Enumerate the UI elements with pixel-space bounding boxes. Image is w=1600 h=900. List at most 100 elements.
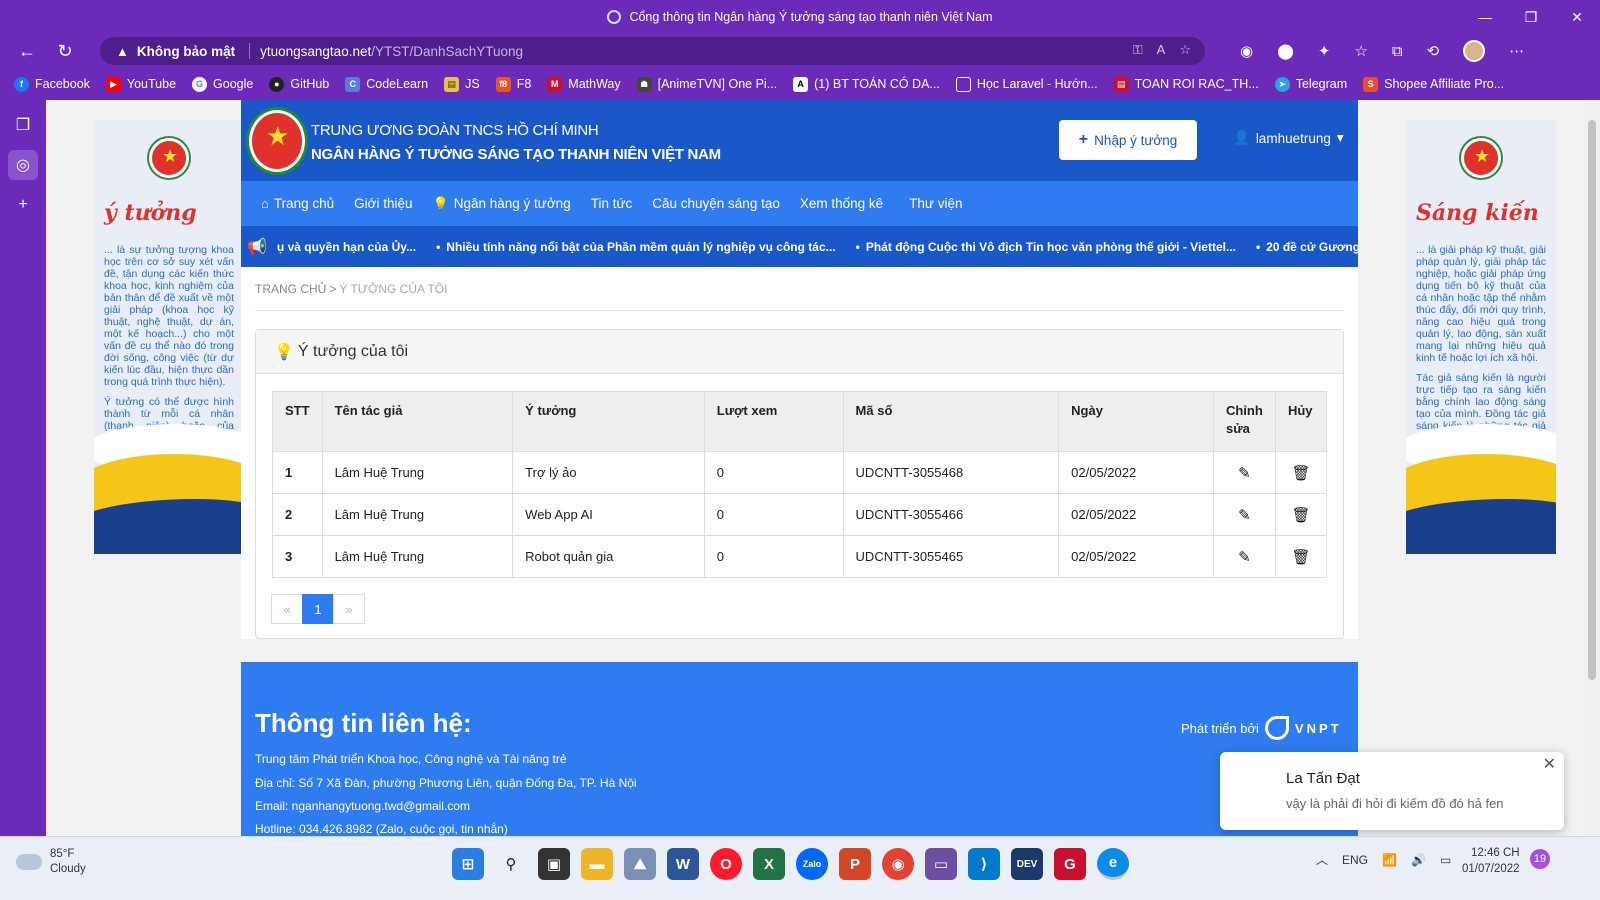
delete-cell: 🗑 (1274, 535, 1328, 578)
security-label[interactable]: Không bảo mật (137, 44, 235, 59)
tab-actions-icon[interactable]: ❐ (8, 110, 38, 140)
bookmark-bt-toan[interactable]: A (1) BT TOÁN CÓ DA... (793, 76, 940, 92)
back-arrow-icon[interactable]: ← (8, 36, 46, 66)
edit-icon[interactable]: ✎ (1238, 507, 1251, 524)
pagination-page[interactable]: 1 (302, 594, 334, 624)
devcpp-icon[interactable]: DEV (1011, 848, 1043, 880)
notification-count-badge[interactable]: 19 (1530, 849, 1550, 869)
more-menu-icon[interactable]: ⋯ (1509, 42, 1524, 60)
wifi-icon[interactable]: 📶 (1382, 853, 1397, 867)
photos-icon[interactable]: ⛰ (624, 848, 656, 880)
language-indicator[interactable]: ENG (1342, 853, 1368, 867)
breadcrumb-home[interactable]: TRANG CHỦ (255, 282, 326, 296)
collections-icon[interactable]: ⧉ (1392, 43, 1403, 60)
nav-home[interactable]: ⌂ Trang chủ (251, 196, 344, 211)
trash-icon[interactable]: 🗑 (1291, 465, 1310, 482)
new-idea-button[interactable]: + Nhập ý tưởng (1059, 120, 1197, 160)
chat-notification[interactable]: La Tấn Đạt vậy là phải đi hỏi đi kiếm đồ… (1220, 752, 1564, 830)
edge-icon[interactable]: e (1097, 848, 1129, 880)
colorful-extension-icon[interactable]: ⬤ (1277, 42, 1294, 60)
vscode-icon[interactable]: ⟩ (968, 848, 1000, 880)
maximize-icon[interactable]: ❐ (1508, 0, 1554, 34)
garena-icon[interactable]: G (1054, 848, 1086, 880)
bookmark-animetvn[interactable]: ☗ [AnimeTVN] One Pi... (636, 76, 777, 92)
minimize-icon[interactable]: — (1462, 0, 1508, 34)
task-view-icon[interactable]: ▣ (538, 848, 570, 880)
left-side-banner[interactable]: ý tưởng ... là sự tưởng tượng khoa học t… (94, 120, 244, 554)
nav-idea-bank[interactable]: 💡 Ngân hàng ý tưởng (423, 196, 581, 212)
close-icon[interactable]: ✕ (1543, 754, 1556, 774)
bookmark-facebook[interactable]: f Facebook (14, 76, 90, 92)
trash-icon[interactable]: 🗑 (1291, 549, 1310, 566)
chevron-up-icon[interactable]: ︿ (1316, 851, 1328, 868)
add-favorite-icon[interactable]: ☆ (1179, 42, 1191, 58)
bookmark-toan-roi-rac[interactable]: ▤ TOAN ROI RAC_TH... (1113, 76, 1259, 92)
bookmark-f8[interactable]: f8 F8 (495, 76, 531, 92)
ticker-item[interactable]: • Phát động Cuộc thi Vô địch Tin học văn … (856, 240, 1236, 254)
extensions-puzzle-icon[interactable]: ✦ (1318, 42, 1331, 60)
file-explorer-icon[interactable]: ▬ (581, 848, 613, 880)
bookmark-codelearn[interactable]: C CodeLearn (345, 76, 428, 92)
scrollbar-thumb[interactable] (1588, 120, 1596, 680)
read-aloud-icon[interactable]: A (1157, 42, 1166, 58)
cell-idea[interactable]: Trợ lý ảo (512, 451, 705, 494)
volume-icon[interactable]: 🔊 (1411, 853, 1426, 867)
weather-widget[interactable]: 85°F Cloudy (16, 847, 86, 877)
right-side-banner[interactable]: Sáng kiến ... là giải pháp kỹ thuật, giả… (1406, 120, 1556, 554)
developer-credit[interactable]: Phát triển bởi VNPT (1181, 716, 1342, 740)
bookmark-youtube[interactable]: ▶ YouTube (105, 76, 176, 92)
profile-avatar[interactable] (1463, 40, 1486, 62)
weather-temp: 85°F (50, 848, 75, 860)
chrome-icon[interactable]: ◉ (882, 848, 914, 880)
opera-icon[interactable]: O (710, 848, 742, 880)
search-icon[interactable]: ⚲ (495, 848, 527, 880)
ticker-item[interactable]: •20 đề cử Gương mặt trẻ Việt Na (1256, 240, 1358, 254)
trash-icon[interactable]: 🗑 (1291, 507, 1310, 524)
bookmark-github[interactable]: ● GitHub (269, 76, 329, 92)
nav-news[interactable]: Tin tức (581, 196, 643, 211)
bookmark-js[interactable]: ▤ JS (444, 76, 480, 92)
word-icon[interactable]: W (667, 848, 699, 880)
user-menu[interactable]: 👤 lamhuetrung ▾ (1233, 130, 1344, 146)
new-tab-icon[interactable]: + (8, 190, 38, 220)
ticker-item[interactable]: • Nhiều tính năng nổi bật của Phần mềm qu… (436, 240, 836, 254)
youth-union-emblem-icon (149, 138, 189, 178)
zalo-icon[interactable]: Zalo (796, 848, 828, 880)
key-icon[interactable]: ⚿ (1133, 42, 1143, 58)
pagination-next[interactable]: » (333, 594, 365, 624)
col-delete: Hủy (1274, 391, 1328, 452)
remote-desktop-icon[interactable]: ▭ (925, 848, 957, 880)
col-stt: STT (272, 391, 323, 452)
bookmark-google[interactable]: G Google (192, 76, 253, 92)
cell-idea[interactable]: Web App AI (512, 493, 705, 536)
reload-icon[interactable]: ↻ (46, 36, 84, 66)
nav-statistics[interactable]: Xem thống kê (790, 196, 893, 211)
extension-icon[interactable]: ◉ (1240, 42, 1253, 60)
page-scrollbar[interactable] (1584, 100, 1600, 855)
nav-stories[interactable]: Câu chuyện sáng tạo (642, 196, 790, 211)
powerpoint-icon[interactable]: P (839, 848, 871, 880)
site-logo[interactable] (249, 110, 305, 172)
close-window-icon[interactable]: ✕ (1554, 0, 1600, 34)
bookmark-shopee[interactable]: S Shopee Affiliate Pro... (1363, 76, 1504, 92)
clock[interactable]: 12:46 CH 01/07/2022 (1462, 845, 1520, 877)
address-bar[interactable]: ▲ Không bảo mật ytuongsangtao.net/YTST/D… (100, 37, 1205, 65)
nav-about[interactable]: Giới thiệu (344, 196, 422, 211)
edit-icon[interactable]: ✎ (1238, 549, 1251, 566)
battery-icon[interactable]: ▭ (1440, 853, 1451, 867)
bookmark-telegram[interactable]: ➤ Telegram (1274, 76, 1347, 92)
edit-icon[interactable]: ✎ (1238, 465, 1251, 482)
folder-icon: ▤ (444, 76, 460, 92)
bookmark-laravel[interactable]: Học Laravel - Hướn... (955, 76, 1098, 92)
ticker-item[interactable]: ụ và quyền hạn của Ủy... (277, 240, 416, 254)
excel-icon[interactable]: X (753, 848, 785, 880)
favorites-icon[interactable]: ☆ (1354, 42, 1367, 60)
nav-library[interactable]: Thư viện (899, 196, 972, 211)
bookmark-mathway[interactable]: M MathWay (547, 76, 621, 92)
history-icon[interactable]: ⟲ (1427, 42, 1440, 60)
start-icon[interactable]: ⊞ (452, 848, 484, 880)
footer-email[interactable]: Email: nganhangytuong.twd@gmail.com (255, 799, 470, 813)
cell-idea[interactable]: Robot quản gia (512, 535, 705, 578)
active-tab-icon[interactable]: ◎ (8, 150, 38, 180)
pagination-prev[interactable]: « (271, 594, 303, 624)
